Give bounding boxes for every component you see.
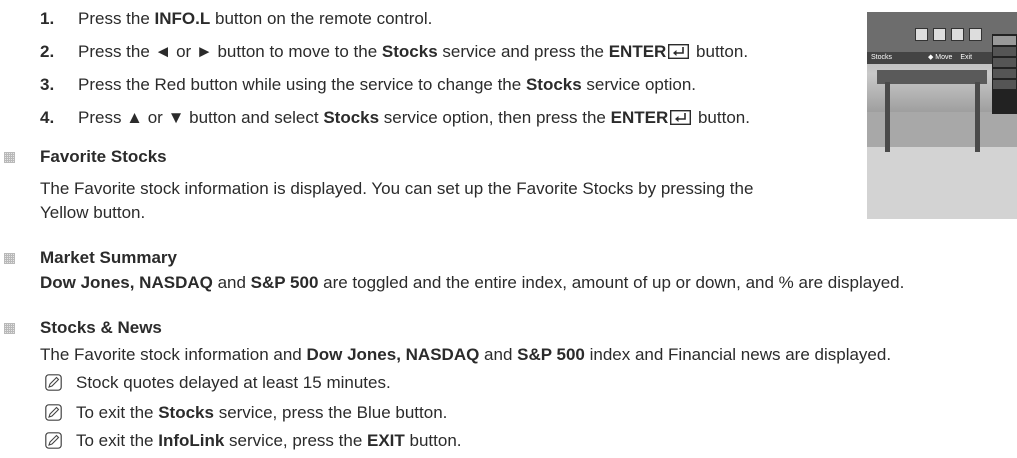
note-3: To exit the InfoLink service, press the … (76, 431, 462, 450)
step-3: 3. Press the Red button while using the s… (40, 75, 697, 94)
section-text-market: Dow Jones, NASDAQ and S&P 500 are toggle… (40, 273, 905, 292)
pencil-note-icon (45, 432, 62, 449)
screenshot-app-icon (915, 28, 928, 41)
note-1: Stock quotes delayed at least 15 minutes… (76, 373, 391, 392)
screenshot-option-item (993, 58, 1016, 67)
square-bullet-icon (4, 253, 15, 264)
enter-key-icon (670, 110, 692, 125)
square-bullet-icon (4, 323, 15, 334)
screenshot-app-icon (951, 28, 964, 41)
section-heading-news: Stocks & News (40, 318, 162, 337)
step-1: 1. Press the INFO.L button on the remote … (40, 9, 433, 28)
screenshot-app-icon (969, 28, 982, 41)
note-2: To exit the Stocks service, press the Bl… (76, 403, 448, 422)
step-number: 1. (40, 9, 55, 28)
screenshot-option-item (993, 69, 1016, 78)
section-heading-market: Market Summary (40, 248, 178, 267)
step-4: 4. Press ▲ or ▼ button and select Stocks … (40, 108, 750, 127)
screenshot-shelter-pole (975, 82, 980, 152)
screenshot-option-panel (992, 34, 1017, 114)
screenshot-shelter-pole (885, 82, 890, 152)
section-text-favorite-2: Yellow button. (40, 203, 146, 222)
screenshot-option-item (993, 47, 1016, 56)
step-number: 4. (40, 108, 55, 127)
screenshot-app-icon (933, 28, 946, 41)
screenshot-sand (867, 147, 1017, 219)
screenshot-status-bar: Stocks ◆ Move Exit (867, 52, 992, 64)
step-number: 2. (40, 42, 55, 61)
step-number: 3. (40, 75, 55, 94)
section-heading-favorite: Favorite Stocks (40, 147, 167, 166)
screenshot-option-item (993, 80, 1016, 89)
section-text-news: The Favorite stock information and Dow J… (40, 345, 892, 364)
enter-key-icon (668, 44, 690, 59)
section-text-favorite-1: The Favorite stock information is displa… (40, 179, 754, 198)
screenshot-shelter-roof (877, 70, 987, 84)
tv-screenshot: Stocks ◆ Move Exit (867, 12, 1017, 219)
screenshot-option-item (993, 36, 1016, 45)
step-2: 2. Press the ◄ or ► button to move to the… (40, 42, 749, 61)
pencil-note-icon (45, 404, 62, 421)
screenshot-move-hint: ◆ Move (927, 54, 953, 61)
screenshot-service-label: Stocks (871, 54, 893, 61)
pencil-note-icon (45, 374, 62, 391)
screenshot-exit-hint: Exit (960, 54, 973, 61)
square-bullet-icon (4, 152, 15, 163)
